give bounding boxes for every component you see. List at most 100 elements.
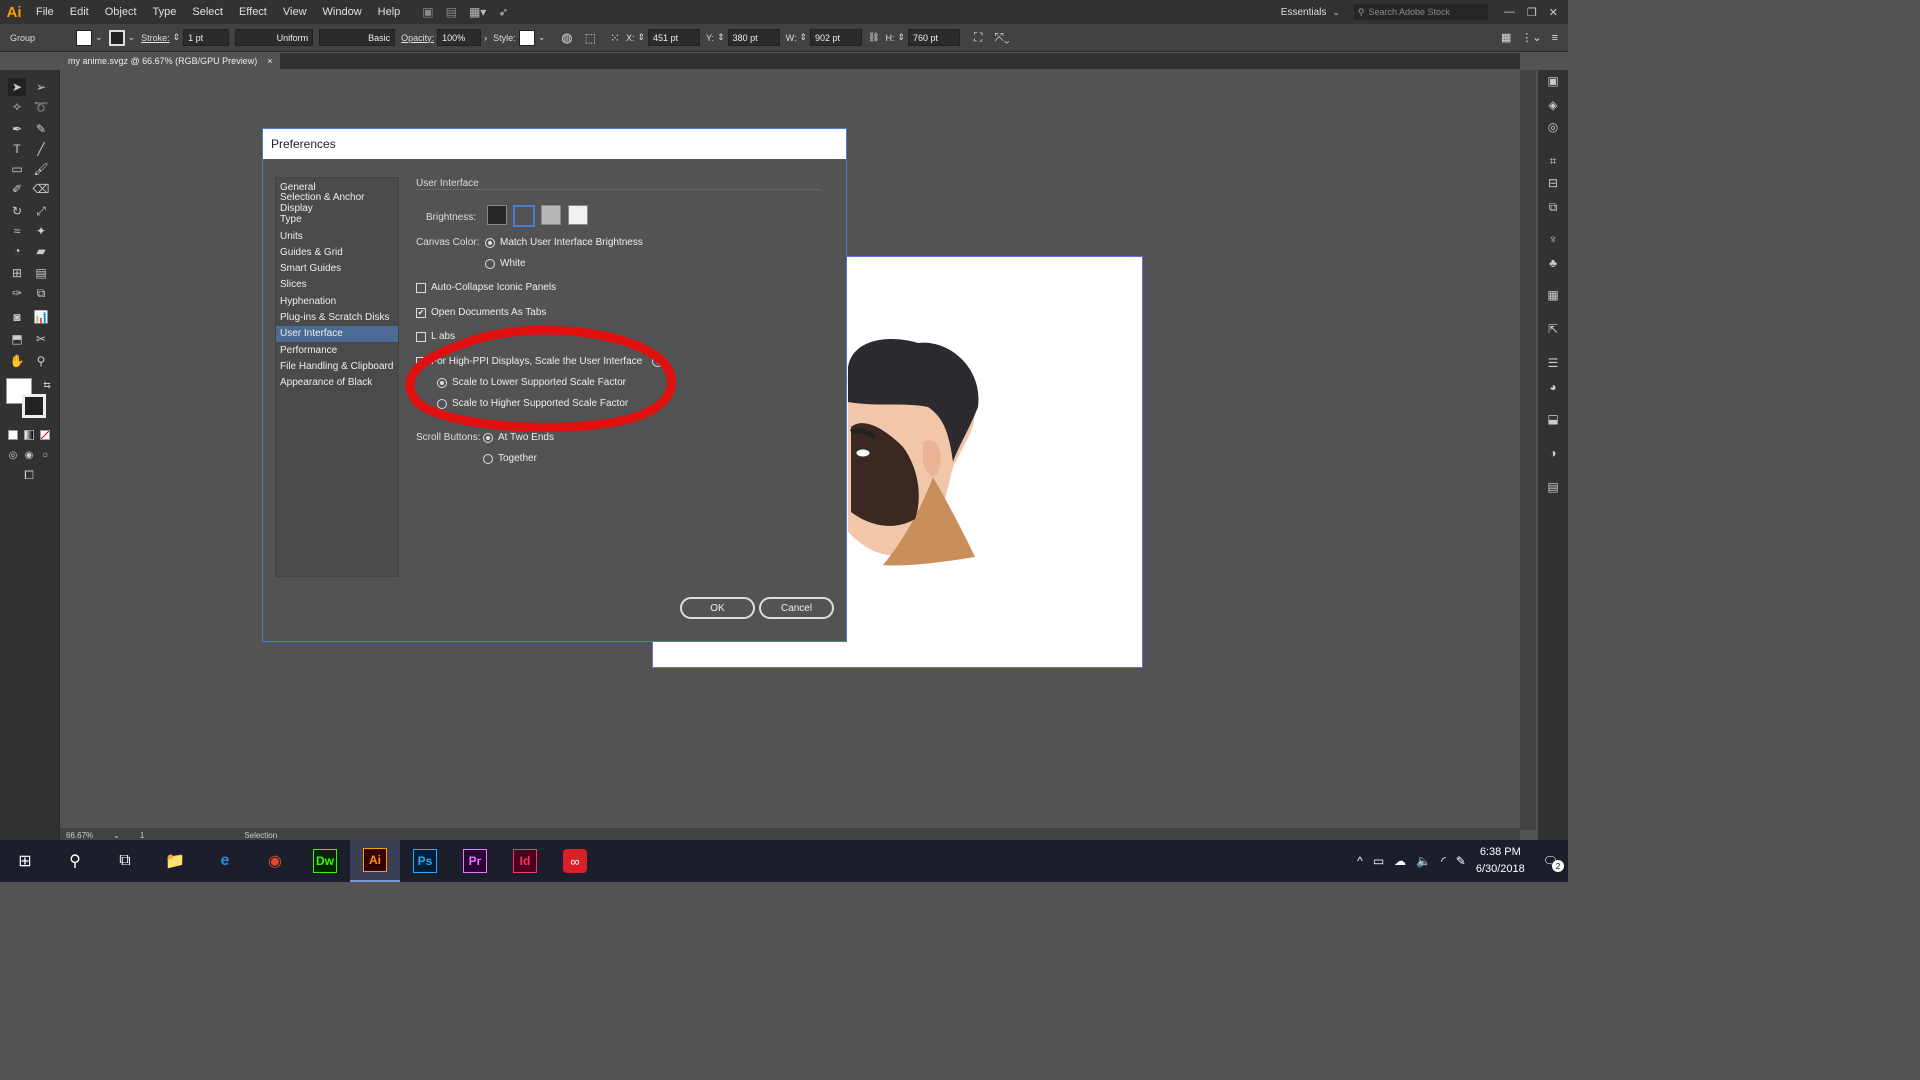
graph-tool-icon[interactable]: 📊 [32,308,50,326]
hand-tool-icon[interactable]: ✋ [8,352,26,370]
menu-file[interactable]: File [28,6,62,18]
stroke-swatch[interactable] [108,29,125,46]
zoom-level[interactable]: 66.67% [66,831,93,840]
menu-type[interactable]: Type [145,6,185,18]
gradient-mode-icon[interactable] [24,430,34,440]
scroll-together-option[interactable]: Together [483,453,537,464]
color-panel-icon[interactable]: ◕ [1544,378,1562,396]
swap-colors-icon[interactable]: ⇆ [38,376,56,394]
lasso-tool-icon[interactable]: ➰ [32,98,50,116]
category-units[interactable]: Units [276,228,398,244]
search-icon[interactable]: ⚲ [50,840,100,882]
chevron-right-icon[interactable]: › [484,33,487,43]
menu-select[interactable]: Select [184,6,231,18]
y-field[interactable]: 380 pt [727,29,780,46]
arrange-documents-icon[interactable]: ▦▾ [469,5,486,19]
opacity-field[interactable]: 100% [437,29,482,46]
isolate-icon[interactable]: ⛶ [974,30,982,45]
open-as-tabs-option[interactable]: ✔ Open Documents As Tabs [416,307,546,318]
menu-object[interactable]: Object [97,6,145,18]
category-appearance-black[interactable]: Appearance of Black [276,375,398,391]
chrome-icon[interactable]: ◉ [250,840,300,882]
pen-tool-icon[interactable]: ✒ [8,120,26,138]
variable-width-profile[interactable]: Uniform [235,29,314,46]
magic-wand-tool-icon[interactable]: ✧ [8,98,26,116]
cancel-button[interactable]: Cancel [759,597,834,619]
battery-icon[interactable]: ▭ [1373,854,1384,868]
eraser-tool-icon[interactable]: ⌫ [32,180,50,198]
minimize-icon[interactable]: — [1504,6,1515,18]
wifi-icon[interactable]: ◜ [1441,854,1446,868]
menu-effect[interactable]: Effect [231,6,275,18]
radio-button[interactable] [485,237,495,248]
brush-definition[interactable]: Basic [319,29,396,46]
fill-swatch[interactable] [76,29,92,46]
chevron-down-icon[interactable]: ⌄ [128,32,136,43]
line-tool-icon[interactable]: ╱ [32,140,50,158]
brightness-light[interactable] [568,205,588,225]
asset-export-icon[interactable]: ⇱ [1544,320,1562,338]
action-center-icon[interactable]: 🗨 2 [1543,854,1564,872]
edge-browser-icon[interactable]: e [200,840,250,882]
pen-workspace-icon[interactable]: ✎ [1456,854,1466,868]
document-tab[interactable]: my anime.svgz @ 66.67% (RGB/GPU Preview)… [60,53,281,69]
task-view-icon[interactable]: ⧉ [100,840,150,882]
category-guides-grid[interactable]: Guides & Grid [276,244,398,260]
menu-window[interactable]: Window [315,6,370,18]
close-tab-icon[interactable]: × [267,56,272,66]
category-file-handling[interactable]: File Handling & Clipboard [276,358,398,374]
gradient-tool-icon[interactable]: ▤ [32,264,50,282]
restore-icon[interactable]: ❐ [1527,6,1537,19]
symbol-sprayer-tool-icon[interactable]: ◙ [8,308,26,326]
system-clock[interactable]: 6:38 PM 6/30/2018 [1476,844,1525,878]
stepper-icon[interactable]: ⇕ [717,32,725,43]
checkbox[interactable] [416,282,426,293]
taskbar-app-illustrator[interactable]: Ai [350,840,400,882]
width-tool-icon[interactable]: ≈ [8,222,26,240]
puppet-warp-tool-icon[interactable]: ✦ [32,222,50,240]
stroke-panel-icon[interactable]: ☰ [1544,354,1562,372]
radio-button[interactable] [483,453,493,464]
stroke-label[interactable]: Stroke: [141,33,170,43]
curvature-tool-icon[interactable]: ✎ [32,120,50,138]
layers-panel-icon[interactable]: ◈ [1544,96,1562,114]
radio-button[interactable] [485,258,495,269]
chevron-down-icon[interactable]: ⌄ [538,32,546,43]
canvas-white-option[interactable]: White [485,258,526,269]
chevron-down-icon[interactable]: ⌄ [113,831,120,840]
panel-menu-icon[interactable]: ⋮⌄ [1521,31,1541,44]
panel-layout-icon[interactable]: ▦ [1501,31,1511,44]
stock-search[interactable]: ⚲ Search Adobe Stock [1353,4,1488,20]
paintbrush-tool-icon[interactable]: 🖌 [32,160,50,178]
swatches-panel-icon[interactable]: ▦ [1544,286,1562,304]
gpu-performance-icon[interactable]: ➶ [498,5,508,19]
stepper-icon[interactable]: ⇕ [799,32,807,43]
bridge-icon[interactable]: ▣ [422,5,433,19]
w-field[interactable]: 902 pt [810,29,862,46]
brightness-medium-dark[interactable] [513,205,535,227]
draw-inside-icon[interactable]: ○ [36,446,54,464]
align-icon[interactable]: ⬚ [585,31,596,45]
reference-point-icon[interactable]: ⁙ [610,31,620,45]
graphic-styles-panel-icon[interactable]: ⬓ [1544,410,1562,428]
close-icon[interactable]: ✕ [1549,6,1558,19]
chevron-down-icon[interactable]: ⌄ [95,32,103,43]
rotate-tool-icon[interactable]: ↻ [8,202,26,220]
artboard-tool-icon[interactable]: ⬒ [8,330,26,348]
stroke-color-swatch[interactable] [22,394,46,418]
checkbox-checked[interactable]: ✔ [416,307,426,318]
page-navigator[interactable]: 1 [140,831,144,840]
menu-help[interactable]: Help [370,6,409,18]
shape-builder-tool-icon[interactable]: ◔ [8,242,26,260]
category-hyphenation[interactable]: Hyphenation [276,293,398,309]
stepper-icon[interactable]: ⇕ [638,32,646,43]
rectangle-tool-icon[interactable]: ▭ [8,160,26,178]
category-plugins[interactable]: Plug-ins & Scratch Disks [276,309,398,325]
vertical-scrollbar[interactable] [1520,70,1536,830]
x-field[interactable]: 451 pt [648,29,701,46]
align-panel-icon[interactable]: ⊟ [1544,174,1562,192]
appearance-panel-icon[interactable]: ◑ [1544,444,1562,462]
stepper-icon[interactable]: ⇕ [897,32,905,43]
zoom-tool-icon[interactable]: ⚲ [32,352,50,370]
ok-button[interactable]: OK [680,597,755,619]
